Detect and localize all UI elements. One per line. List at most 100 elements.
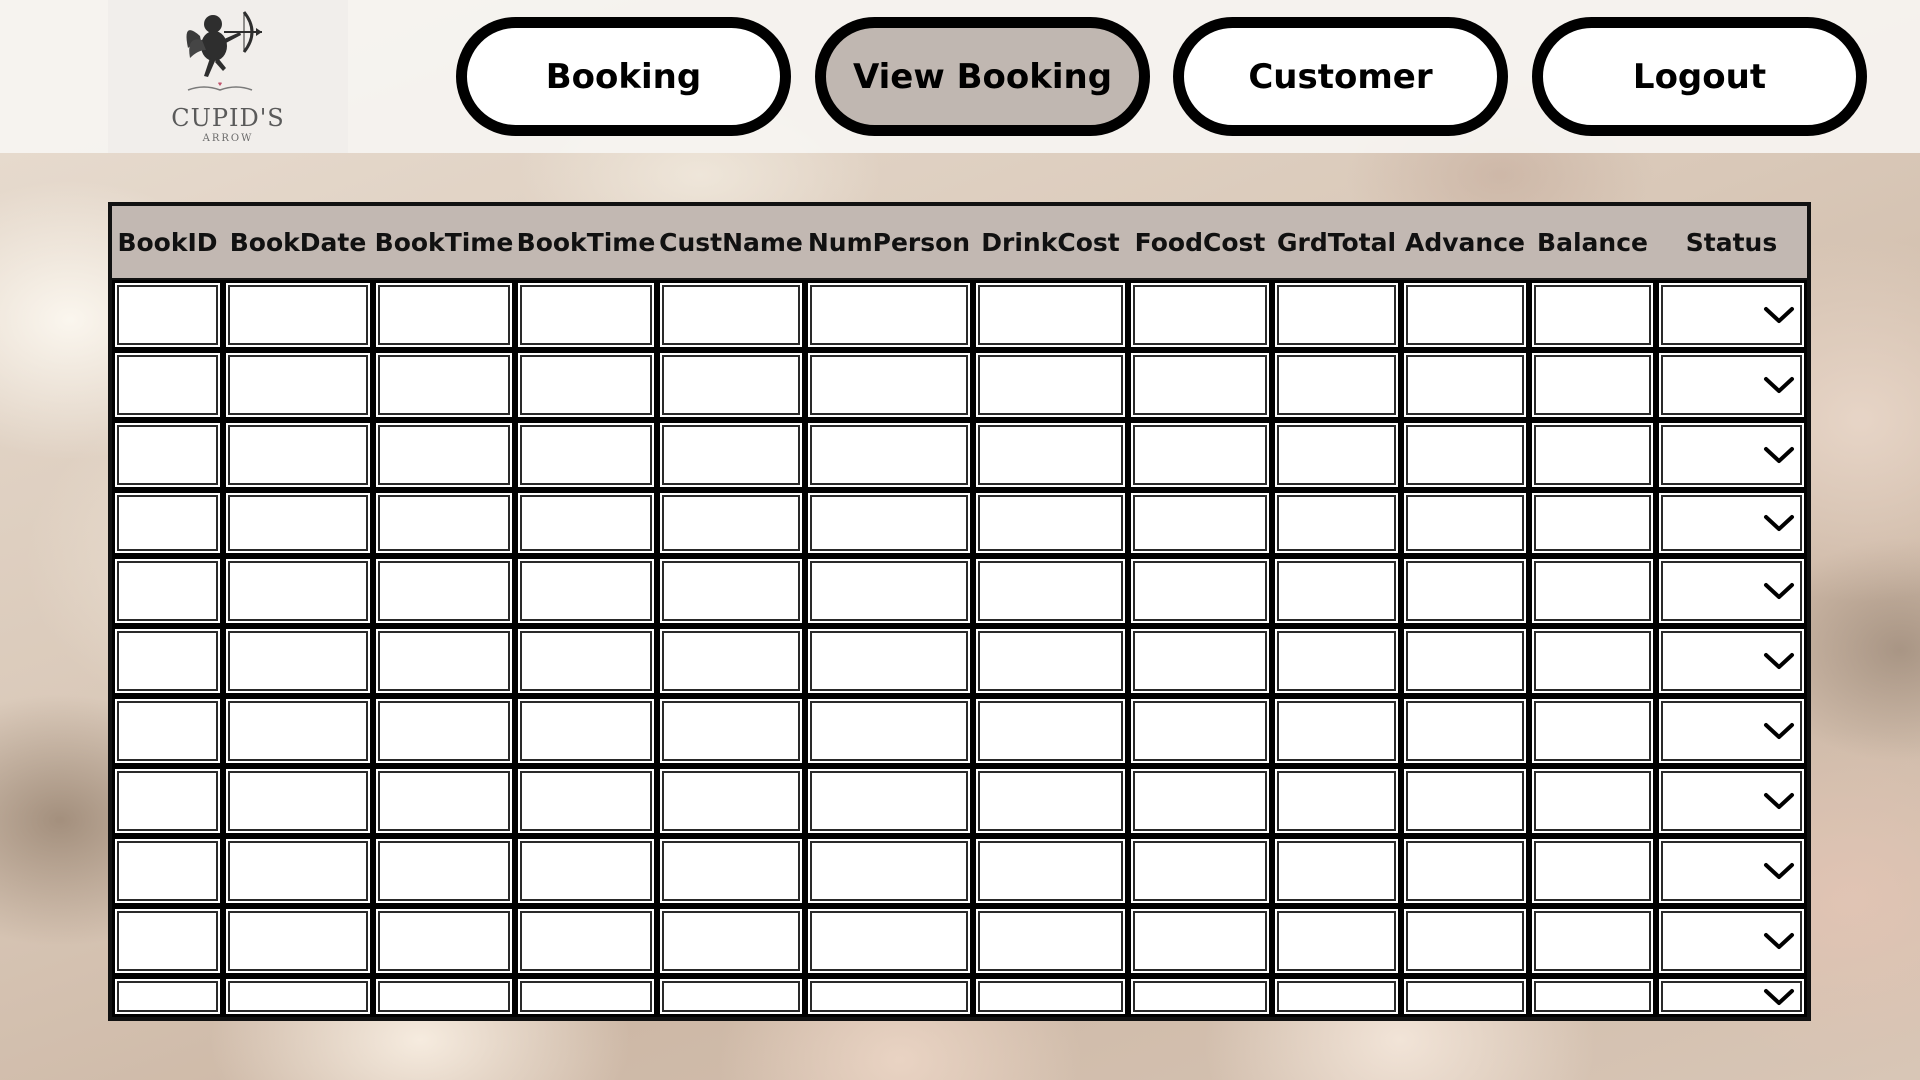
table-cell[interactable] (1128, 490, 1272, 556)
table-cell[interactable] (657, 976, 805, 1017)
chevron-down-icon[interactable] (1762, 719, 1796, 743)
status-dropdown[interactable] (1656, 906, 1807, 976)
table-cell[interactable] (1272, 836, 1401, 906)
table-cell[interactable] (515, 696, 657, 766)
table-cell[interactable] (373, 490, 515, 556)
table-cell[interactable] (1128, 906, 1272, 976)
table-cell[interactable] (373, 350, 515, 420)
table-cell[interactable] (223, 420, 373, 490)
table-cell[interactable] (1401, 626, 1529, 696)
chevron-down-icon[interactable] (1762, 859, 1796, 883)
table-cell[interactable] (1272, 490, 1401, 556)
table-cell[interactable] (1272, 906, 1401, 976)
table-cell[interactable] (1401, 766, 1529, 836)
chevron-down-icon[interactable] (1762, 373, 1796, 397)
status-dropdown[interactable] (1656, 280, 1807, 350)
table-cell[interactable] (657, 836, 805, 906)
table-cell[interactable] (223, 280, 373, 350)
table-cell[interactable] (1529, 280, 1656, 350)
table-cell[interactable] (515, 556, 657, 626)
table-cell[interactable] (112, 906, 223, 976)
table-cell[interactable] (1128, 556, 1272, 626)
table-cell[interactable] (1401, 420, 1529, 490)
booking-button[interactable]: Booking (456, 17, 791, 136)
table-cell[interactable] (515, 420, 657, 490)
chevron-down-icon[interactable] (1762, 443, 1796, 467)
table-cell[interactable] (1401, 280, 1529, 350)
table-cell[interactable] (805, 420, 973, 490)
table-cell[interactable] (223, 766, 373, 836)
table-cell[interactable] (1272, 626, 1401, 696)
table-cell[interactable] (1128, 280, 1272, 350)
table-cell[interactable] (223, 906, 373, 976)
table-cell[interactable] (973, 836, 1128, 906)
table-cell[interactable] (1272, 350, 1401, 420)
status-dropdown[interactable] (1656, 976, 1807, 1017)
chevron-down-icon[interactable] (1762, 929, 1796, 953)
table-cell[interactable] (1272, 420, 1401, 490)
table-cell[interactable] (657, 906, 805, 976)
table-cell[interactable] (1529, 976, 1656, 1017)
table-cell[interactable] (373, 280, 515, 350)
table-cell[interactable] (515, 350, 657, 420)
table-cell[interactable] (515, 766, 657, 836)
chevron-down-icon[interactable] (1762, 511, 1796, 535)
table-cell[interactable] (805, 556, 973, 626)
table-cell[interactable] (1128, 836, 1272, 906)
table-cell[interactable] (373, 626, 515, 696)
table-cell[interactable] (657, 696, 805, 766)
table-cell[interactable] (1128, 976, 1272, 1017)
status-dropdown[interactable] (1656, 766, 1807, 836)
table-cell[interactable] (1529, 350, 1656, 420)
table-cell[interactable] (973, 766, 1128, 836)
status-dropdown[interactable] (1656, 626, 1807, 696)
table-cell[interactable] (515, 280, 657, 350)
table-cell[interactable] (1272, 696, 1401, 766)
table-cell[interactable] (1401, 836, 1529, 906)
table-cell[interactable] (1529, 490, 1656, 556)
table-cell[interactable] (973, 976, 1128, 1017)
table-cell[interactable] (223, 836, 373, 906)
table-cell[interactable] (112, 696, 223, 766)
status-dropdown[interactable] (1656, 490, 1807, 556)
table-cell[interactable] (805, 626, 973, 696)
table-cell[interactable] (973, 280, 1128, 350)
table-cell[interactable] (515, 906, 657, 976)
status-dropdown[interactable] (1656, 696, 1807, 766)
table-cell[interactable] (1529, 766, 1656, 836)
view-booking-button[interactable]: View Booking (815, 17, 1150, 136)
table-cell[interactable] (805, 976, 973, 1017)
table-cell[interactable] (373, 976, 515, 1017)
table-cell[interactable] (515, 490, 657, 556)
chevron-down-icon[interactable] (1762, 985, 1796, 1009)
table-cell[interactable] (805, 696, 973, 766)
logout-button[interactable]: Logout (1532, 17, 1867, 136)
table-cell[interactable] (112, 556, 223, 626)
table-cell[interactable] (373, 906, 515, 976)
table-cell[interactable] (657, 280, 805, 350)
chevron-down-icon[interactable] (1762, 579, 1796, 603)
table-cell[interactable] (657, 556, 805, 626)
table-cell[interactable] (515, 976, 657, 1017)
chevron-down-icon[interactable] (1762, 789, 1796, 813)
table-cell[interactable] (1529, 626, 1656, 696)
table-cell[interactable] (112, 976, 223, 1017)
table-cell[interactable] (223, 556, 373, 626)
table-cell[interactable] (223, 696, 373, 766)
table-cell[interactable] (1401, 976, 1529, 1017)
table-cell[interactable] (112, 766, 223, 836)
table-cell[interactable] (973, 420, 1128, 490)
table-cell[interactable] (112, 626, 223, 696)
table-cell[interactable] (112, 490, 223, 556)
status-dropdown[interactable] (1656, 420, 1807, 490)
table-cell[interactable] (1401, 556, 1529, 626)
table-cell[interactable] (805, 350, 973, 420)
table-cell[interactable] (973, 350, 1128, 420)
table-cell[interactable] (1529, 556, 1656, 626)
table-cell[interactable] (373, 696, 515, 766)
table-cell[interactable] (1529, 836, 1656, 906)
table-cell[interactable] (112, 280, 223, 350)
table-cell[interactable] (1401, 906, 1529, 976)
table-cell[interactable] (112, 836, 223, 906)
table-cell[interactable] (1128, 766, 1272, 836)
